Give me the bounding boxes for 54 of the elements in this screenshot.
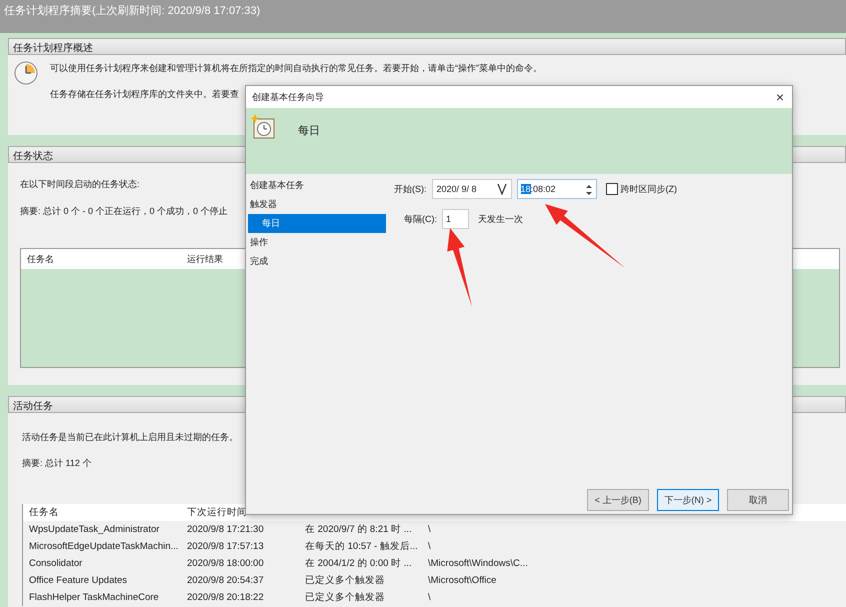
table-cell-text: 2020/9/8 20:18:22 <box>187 592 265 604</box>
calendar-clock-icon <box>250 114 276 140</box>
table-cell-text: 2020/9/8 18:00:00 <box>187 558 265 570</box>
table-cell-text: WpsUpdateTask_Administrator <box>29 524 160 536</box>
clock-icon <box>14 61 38 85</box>
recur-field[interactable]: 1 <box>442 209 469 229</box>
step-heading: 每日 <box>298 124 320 138</box>
table-cell-text: Consolidator <box>29 558 84 570</box>
table-cell-text: 在每天的 10:57 - 触发后... <box>305 540 419 552</box>
active-summary: 摘要: 总计 112 个 <box>22 457 92 469</box>
table-cell-text: MicrosoftEdgeUpdateTaskMachin... <box>29 540 180 552</box>
dialog-title: 创建基本任务向导 <box>252 90 324 104</box>
wizard-step[interactable]: 完成 <box>248 252 386 271</box>
table-cell: \Microsoft\Windows\C... <box>428 558 528 570</box>
table-cell-text: 2020/9/8 17:21:30 <box>187 524 265 536</box>
active-tasks-text: 活动任务是当前已在此计算机上启用且未过期的任务。 <box>22 431 238 443</box>
table-cell: \ <box>428 540 431 552</box>
spinner-icon[interactable] <box>584 183 592 197</box>
checkbox-label[interactable]: 跨时区同步(Z) <box>620 182 677 196</box>
close-button[interactable]: × <box>768 89 792 105</box>
date-picker[interactable]: 2020/ 9/ 8 <box>432 179 512 199</box>
wizard-step[interactable]: 触发器 <box>248 195 386 214</box>
table-cell: \ <box>428 592 431 604</box>
column-header[interactable]: 任务名 <box>27 252 187 266</box>
dialog-button[interactable]: < 上一步(B) <box>587 489 649 511</box>
table-cell-text: 2020/9/8 17:57:13 <box>187 540 265 552</box>
section-header: 任务计划程序概述 <box>8 38 846 55</box>
table-cell-text: FlashHelper TaskMachineCore <box>29 592 160 604</box>
time-field[interactable]: 18:08:02 <box>516 179 596 199</box>
checkbox[interactable] <box>606 183 618 195</box>
table-cell-text: 已定义多个触发器 <box>305 574 386 586</box>
table-cell-text: 在 2004/1/2 的 0:00 时 ... <box>305 558 413 570</box>
column-header[interactable]: 任务名 <box>29 506 187 518</box>
chevron-down-icon <box>496 183 506 195</box>
overview-text: 任务存储在任务计划程序库的文件夹中。若要查 <box>50 88 239 101</box>
window-title: 任务计划程序摘要(上次刷新时间: 2020/9/8 17:07:33) <box>4 4 260 18</box>
status-summary: 摘要: 总计 0 个 - 0 个正在运行，0 个成功，0 个停止 <box>20 205 228 218</box>
column-header[interactable]: 运行结果 <box>187 252 223 266</box>
table-cell-text: 已定义多个触发器 <box>305 592 386 604</box>
status-label: 在以下时间段启动的任务状态: <box>20 178 140 191</box>
dialog-button[interactable]: 下一步(N) > <box>657 489 719 511</box>
wizard-step[interactable]: 操作 <box>248 233 386 252</box>
overview-text: 可以使用任务计划程序来创建和管理计算机将在所指定的时间自动执行的常见任务。若要开始，请单击“操作”菜单中的命令。 <box>50 62 542 75</box>
start-label: 开始(S): <box>394 182 426 196</box>
table-cell-text: Office Feature Updates <box>29 574 128 586</box>
recur-suffix: 天发生一次 <box>478 212 523 226</box>
recur-label: 每隔(C): <box>404 212 437 226</box>
wizard-step[interactable]: 创建基本任务 <box>248 176 386 195</box>
table-cell-text: 在 2020/9/7 的 8:21 时 ... <box>305 524 413 536</box>
wizard-step[interactable]: 每日 <box>248 214 386 233</box>
table-cell: \ <box>428 524 431 536</box>
table-cell-text: 2020/9/8 20:54:37 <box>187 574 265 586</box>
dialog-button[interactable]: 取消 <box>727 489 789 511</box>
table-cell: \Microsoft\Office <box>428 574 496 586</box>
